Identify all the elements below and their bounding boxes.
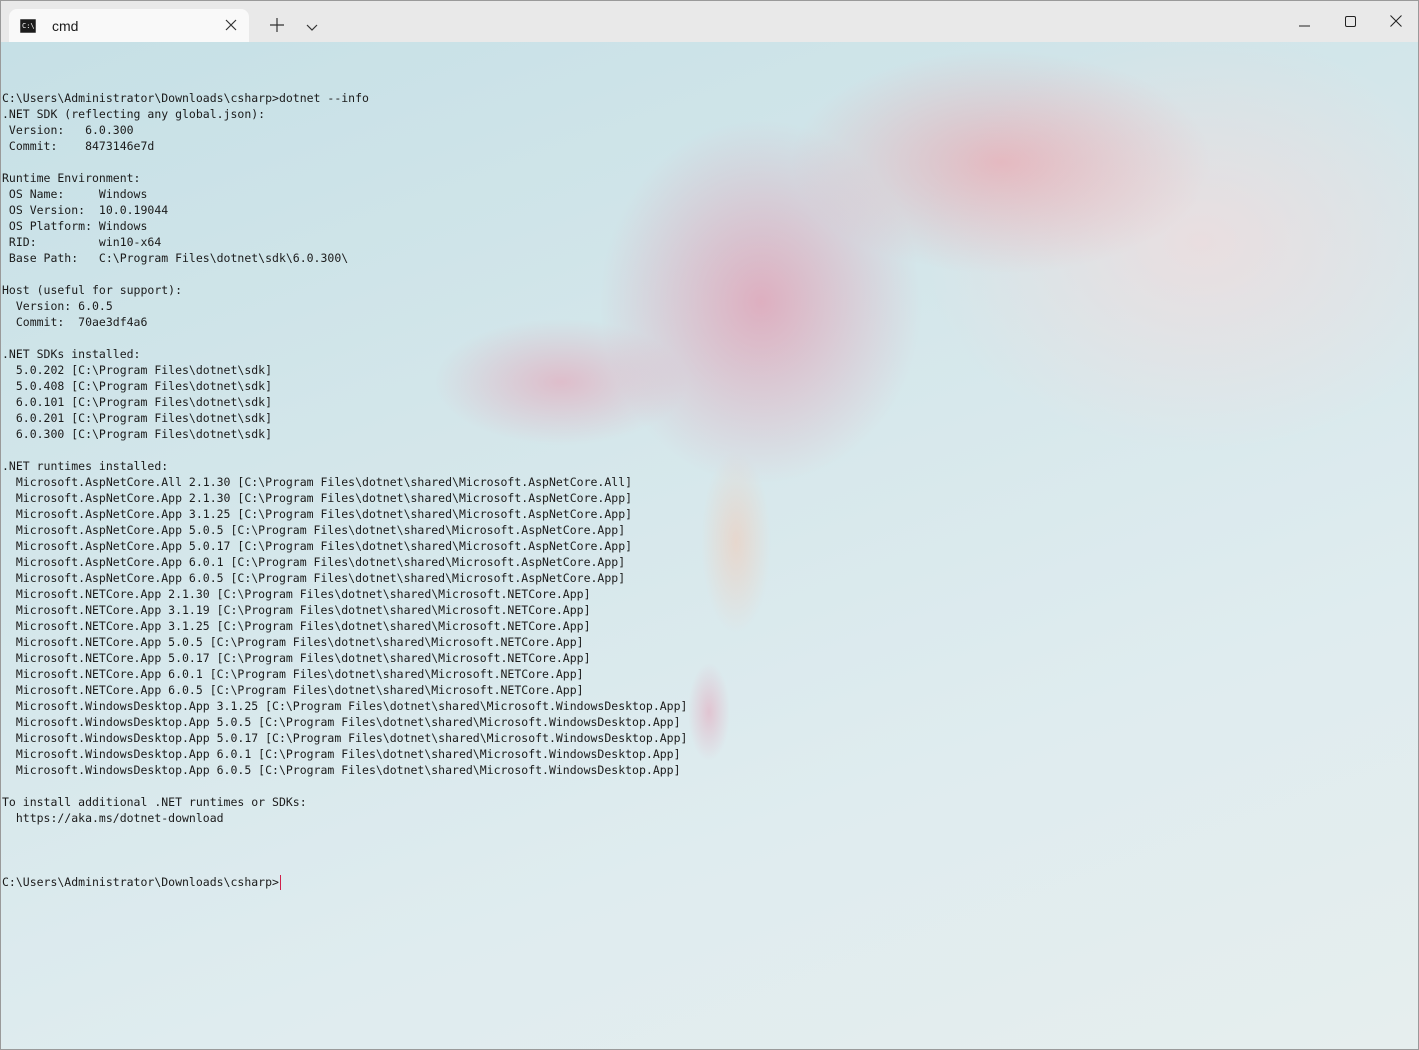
console-line: 6.0.300 [C:\Program Files\dotnet\sdk] (2, 427, 273, 441)
console-line: Microsoft.NETCore.App 3.1.25 [C:\Program… (2, 619, 591, 633)
minimize-icon (1298, 12, 1310, 31)
console-line: Microsoft.WindowsDesktop.App 6.0.5 [C:\P… (2, 763, 681, 777)
console-line: 5.0.202 [C:\Program Files\dotnet\sdk] (2, 363, 273, 377)
console-line: Version: 6.0.5 (2, 299, 113, 313)
console-line: OS Name: Windows (2, 187, 148, 201)
console-line: Runtime Environment: (2, 171, 141, 185)
console-line: https://aka.ms/dotnet-download (2, 811, 224, 825)
console-line: 5.0.408 [C:\Program Files\dotnet\sdk] (2, 379, 273, 393)
console-line: OS Version: 10.0.19044 (2, 203, 169, 217)
console-line: To install additional .NET runtimes or S… (2, 795, 307, 809)
console-line: Commit: 70ae3df4a6 (2, 315, 148, 329)
minimize-button[interactable] (1281, 1, 1327, 42)
command-prompt: C:\Users\Administrator\Downloads\csharp> (2, 875, 279, 889)
text-cursor (279, 874, 281, 890)
console-line: Microsoft.AspNetCore.All 2.1.30 [C:\Prog… (2, 475, 633, 489)
console-line: Version: 6.0.300 (2, 123, 134, 137)
maximize-button[interactable] (1327, 1, 1373, 42)
console-line: Microsoft.AspNetCore.App 5.0.5 [C:\Progr… (2, 523, 626, 537)
title-bar[interactable]: C:\ cmd (1, 1, 1418, 42)
console-line: Base Path: C:\Program Files\dotnet\sdk\6… (2, 251, 349, 265)
console-line: Host (useful for support): (2, 283, 183, 297)
console-line: Microsoft.NETCore.App 2.1.30 [C:\Program… (2, 587, 591, 601)
close-window-button[interactable] (1373, 1, 1418, 42)
console-line: 6.0.201 [C:\Program Files\dotnet\sdk] (2, 411, 273, 425)
console-line: 6.0.101 [C:\Program Files\dotnet\sdk] (2, 395, 273, 409)
console-line: Microsoft.AspNetCore.App 6.0.5 [C:\Progr… (2, 571, 626, 585)
terminal-area[interactable]: C:\Users\Administrator\Downloads\csharp>… (1, 42, 1418, 1049)
terminal-window: C:\ cmd C:\Users\Administrator\Downloads… (0, 0, 1419, 1050)
console-line: .NET runtimes installed: (2, 459, 169, 473)
console-line: Microsoft.WindowsDesktop.App 3.1.25 [C:\… (2, 699, 688, 713)
new-tab-button[interactable] (263, 13, 291, 39)
console-line: Microsoft.AspNetCore.App 2.1.30 [C:\Prog… (2, 491, 633, 505)
close-icon (1390, 12, 1402, 31)
console-line: Microsoft.AspNetCore.App 6.0.1 [C:\Progr… (2, 555, 626, 569)
console-line: C:\Users\Administrator\Downloads\csharp>… (2, 91, 369, 105)
close-icon[interactable] (223, 17, 239, 33)
tab-cmd[interactable]: C:\ cmd (9, 9, 249, 42)
console-line: Microsoft.NETCore.App 5.0.5 [C:\Program … (2, 635, 584, 649)
console-line: Microsoft.WindowsDesktop.App 6.0.1 [C:\P… (2, 747, 681, 761)
console-line: Microsoft.NETCore.App 3.1.19 [C:\Program… (2, 603, 591, 617)
console-output: C:\Users\Administrator\Downloads\csharp>… (2, 58, 687, 922)
console-line: Microsoft.NETCore.App 6.0.5 [C:\Program … (2, 683, 584, 697)
terminal-icon: C:\ (20, 18, 36, 33)
prompt-line[interactable]: C:\Users\Administrator\Downloads\csharp> (2, 874, 687, 890)
console-line: Microsoft.AspNetCore.App 5.0.17 [C:\Prog… (2, 539, 633, 553)
plus-icon (270, 17, 284, 36)
console-line: Commit: 8473146e7d (2, 139, 155, 153)
console-line: Microsoft.NETCore.App 6.0.1 [C:\Program … (2, 667, 584, 681)
console-line: Microsoft.WindowsDesktop.App 5.0.5 [C:\P… (2, 715, 681, 729)
console-line: .NET SDKs installed: (2, 347, 141, 361)
tab-title: cmd (52, 17, 79, 34)
console-line: OS Platform: Windows (2, 219, 148, 233)
maximize-icon (1344, 12, 1356, 31)
tab-dropdown-button[interactable] (299, 13, 325, 39)
console-line: RID: win10-x64 (2, 235, 162, 249)
chevron-down-icon (306, 17, 318, 36)
console-line: Microsoft.NETCore.App 5.0.17 [C:\Program… (2, 651, 591, 665)
console-line: Microsoft.AspNetCore.App 3.1.25 [C:\Prog… (2, 507, 633, 521)
console-line: .NET SDK (reflecting any global.json): (2, 107, 266, 121)
console-line: Microsoft.WindowsDesktop.App 5.0.17 [C:\… (2, 731, 688, 745)
